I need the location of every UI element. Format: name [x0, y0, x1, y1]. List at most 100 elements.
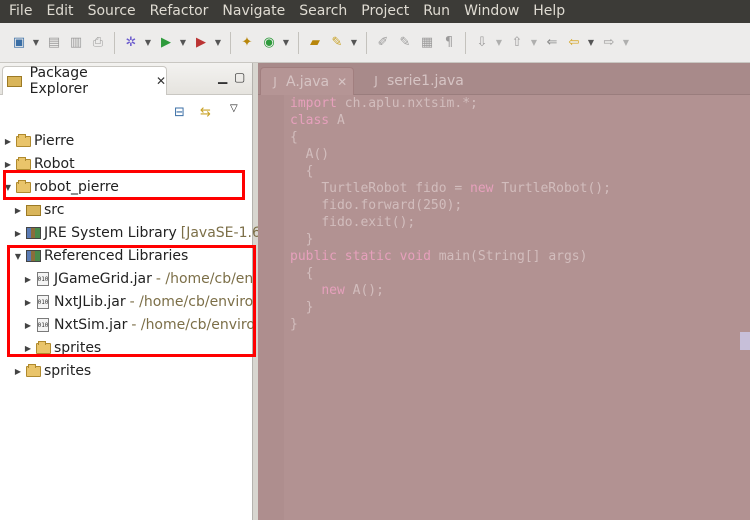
new-icon[interactable]: ▣: [10, 34, 28, 52]
view-menu-icon[interactable]: ▽: [230, 103, 238, 114]
code-line: {: [290, 130, 298, 145]
menu-bar: File Edit Source Refactor Navigate Searc…: [0, 0, 750, 23]
tree-item-label: src: [44, 202, 65, 218]
mark-occurrences-icon[interactable]: ✎: [396, 34, 414, 52]
forward-icon[interactable]: ⇨: [600, 34, 618, 52]
menu-refactor[interactable]: Refactor: [143, 0, 216, 23]
java-file-icon: J: [273, 74, 277, 89]
panel-tab-bar: Package Explorer ✕ ▁ ▢: [0, 63, 252, 97]
menu-search[interactable]: Search: [292, 0, 354, 23]
code-line: new A();: [321, 283, 384, 298]
expand-icon[interactable]: ▶: [3, 160, 13, 169]
menu-source[interactable]: Source: [81, 0, 143, 23]
debug-icon[interactable]: ✲: [122, 34, 140, 52]
code-editor[interactable]: import ch.aplu.nxtsim.*; class A { A() {…: [290, 95, 611, 333]
menu-run[interactable]: Run: [416, 0, 457, 23]
expand-icon[interactable]: ▶: [13, 229, 23, 238]
maximize-icon[interactable]: ▢: [234, 70, 245, 84]
code-line: {: [290, 164, 314, 179]
tree-item-label: Pierre: [34, 133, 75, 149]
menu-navigate[interactable]: Navigate: [215, 0, 292, 23]
code-line: public static void main(String[] args): [290, 249, 588, 264]
tab-serie1-java[interactable]: J serie1.java: [362, 67, 470, 95]
block-selection-icon[interactable]: ▦: [418, 34, 436, 52]
menu-help[interactable]: Help: [526, 0, 572, 23]
code-line: }: [290, 232, 314, 247]
toolbar-separator: [230, 31, 231, 54]
menu-window[interactable]: Window: [457, 0, 526, 23]
java-file-icon: J: [374, 74, 378, 88]
code-line: A(): [305, 147, 330, 162]
code-line: fido.exit();: [321, 215, 416, 230]
open-type-icon[interactable]: ▰: [306, 34, 324, 52]
new-class-dropdown-icon[interactable]: ▼: [282, 34, 290, 52]
back-icon[interactable]: ⇦: [565, 34, 583, 52]
code-line: import ch.aplu.nxtsim.*;: [290, 96, 478, 111]
new-package-icon[interactable]: ✦: [238, 34, 256, 52]
current-line-highlight: [740, 332, 750, 350]
folder-icon: [25, 363, 41, 379]
menu-project[interactable]: Project: [354, 0, 416, 23]
expand-icon[interactable]: ▶: [13, 206, 23, 215]
run-icon[interactable]: ▶: [157, 34, 175, 52]
tree-item-suffix: [JavaSE-1.6: [180, 225, 261, 241]
print-icon[interactable]: ⎙: [89, 34, 107, 52]
next-annotation-icon[interactable]: ⇩: [473, 34, 491, 52]
tree-item-label: sprites: [44, 363, 92, 379]
tree-item-pierre[interactable]: ▶ Pierre: [3, 130, 74, 152]
highlight-box-project: [3, 170, 245, 200]
editor-area: J A.java ✕ J serie1.java import ch.aplu.…: [258, 63, 750, 520]
menu-edit[interactable]: Edit: [39, 0, 80, 23]
code-line: TurtleRobot fido = new TurtleRobot();: [321, 181, 611, 196]
annotation-icon[interactable]: ✐: [374, 34, 392, 52]
editor-gutter: [258, 95, 284, 520]
editor-tab-bar: J A.java ✕ J serie1.java: [258, 63, 750, 95]
debug-dropdown-icon[interactable]: ▼: [144, 34, 152, 52]
minimize-icon[interactable]: ▁: [218, 70, 227, 84]
toolbar-separator: [114, 31, 115, 54]
code-line: }: [290, 317, 298, 332]
tree-item-src[interactable]: ▶ src: [13, 199, 65, 221]
prev-annotation-dropdown-icon[interactable]: ▼: [530, 34, 538, 52]
tree-item-label: JRE System Library: [44, 225, 177, 241]
highlight-box-referenced-libraries: [7, 245, 256, 357]
panel-title: Package Explorer: [29, 65, 88, 97]
back-dropdown-icon[interactable]: ▼: [587, 34, 595, 52]
project-folder-icon: [15, 133, 31, 149]
new-class-icon[interactable]: ◉: [260, 34, 278, 52]
new-dropdown-icon[interactable]: ▼: [32, 34, 40, 52]
close-icon[interactable]: ✕: [156, 74, 166, 88]
toolbar-separator: [298, 31, 299, 54]
code-line: }: [290, 300, 314, 315]
tab-a-java[interactable]: J A.java ✕: [260, 67, 355, 95]
next-annotation-dropdown-icon[interactable]: ▼: [495, 34, 503, 52]
toolbar-separator: [366, 31, 367, 54]
link-with-editor-icon[interactable]: ⇆: [200, 105, 211, 120]
search-icon[interactable]: ✎: [328, 34, 346, 52]
package-explorer-icon: [7, 73, 23, 89]
code-line: {: [290, 266, 314, 281]
close-icon[interactable]: ✕: [337, 75, 347, 89]
last-edit-icon[interactable]: ⇐: [543, 34, 561, 52]
save-all-icon[interactable]: ▥: [67, 34, 85, 52]
source-folder-icon: [25, 202, 41, 218]
show-whitespace-icon[interactable]: ¶: [440, 34, 458, 52]
external-tools-icon[interactable]: ▶: [192, 34, 210, 52]
toolbar-separator: [465, 31, 466, 54]
save-icon[interactable]: ▤: [45, 34, 63, 52]
menu-file[interactable]: File: [2, 0, 39, 23]
tree-item-jre-library[interactable]: ▶ JRE System Library [JavaSE-1.6: [13, 222, 261, 244]
forward-dropdown-icon[interactable]: ▼: [622, 34, 630, 52]
tab-label: serie1.java: [387, 73, 464, 89]
search-dropdown-icon[interactable]: ▼: [350, 34, 358, 52]
external-tools-dropdown-icon[interactable]: ▼: [214, 34, 222, 52]
tab-label: A.java: [286, 73, 330, 90]
tree-item-sprites-folder[interactable]: ▶ sprites: [13, 360, 91, 382]
collapse-all-icon[interactable]: ⊟: [174, 105, 185, 120]
run-dropdown-icon[interactable]: ▼: [179, 34, 187, 52]
expand-icon[interactable]: ▶: [13, 367, 23, 376]
tab-package-explorer[interactable]: Package Explorer ✕: [2, 65, 167, 97]
library-icon: [25, 225, 41, 241]
expand-icon[interactable]: ▶: [3, 137, 13, 146]
prev-annotation-icon[interactable]: ⇧: [508, 34, 526, 52]
